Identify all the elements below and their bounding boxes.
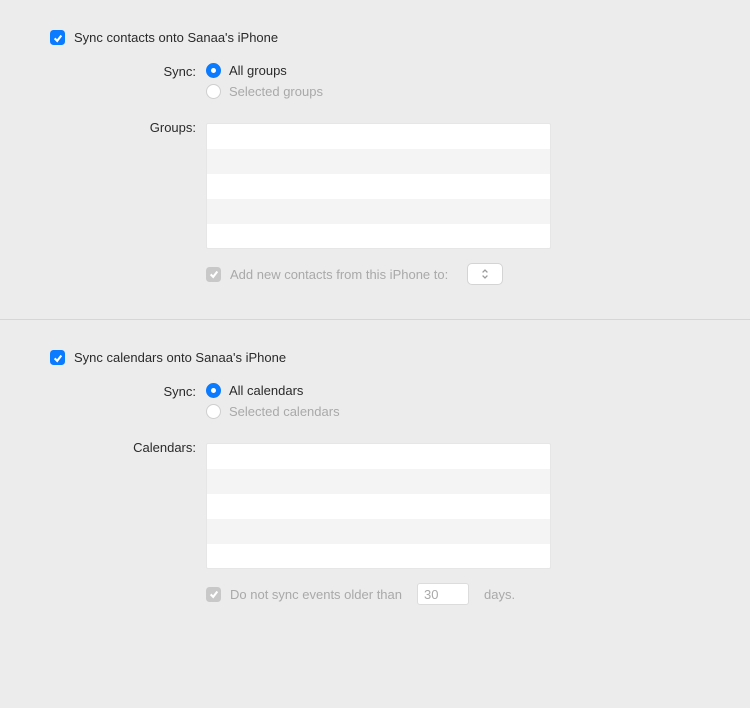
- checkmark-icon: [209, 269, 219, 279]
- events-older-input: 30: [417, 583, 469, 605]
- list-item: [207, 444, 550, 469]
- contacts-sync-radio-row: Sync: All groups Selected groups: [50, 63, 700, 105]
- add-contacts-checkbox: [206, 267, 221, 282]
- add-contacts-popup: [467, 263, 503, 285]
- radio-selected-groups-row: Selected groups: [206, 84, 700, 99]
- list-item: [207, 199, 550, 224]
- add-contacts-row: Add new contacts from this iPhone to:: [206, 263, 700, 285]
- radio-selected-groups[interactable]: [206, 84, 221, 99]
- list-item: [207, 494, 550, 519]
- radio-selected-calendars-row: Selected calendars: [206, 404, 700, 419]
- contacts-sync-label: Sync:: [50, 63, 206, 79]
- checkmark-icon: [53, 353, 63, 363]
- checkmark-icon: [53, 33, 63, 43]
- groups-listbox[interactable]: [206, 123, 551, 249]
- radio-selected-calendars[interactable]: [206, 404, 221, 419]
- calendars-row: Calendars: Do not sync events older than…: [50, 439, 700, 605]
- list-item: [207, 124, 550, 149]
- calendars-listbox[interactable]: [206, 443, 551, 569]
- radio-all-calendars-label: All calendars: [229, 383, 303, 398]
- groups-label: Groups:: [50, 119, 206, 135]
- list-item: [207, 174, 550, 199]
- radio-all-groups[interactable]: [206, 63, 221, 78]
- events-older-post: days.: [484, 587, 515, 602]
- events-older-checkbox: [206, 587, 221, 602]
- list-item: [207, 224, 550, 249]
- list-item: [207, 469, 550, 494]
- sync-contacts-checkbox[interactable]: [50, 30, 65, 45]
- radio-all-groups-row: All groups: [206, 63, 700, 78]
- calendars-sync-options: All calendars Selected calendars: [206, 383, 700, 425]
- radio-all-calendars-row: All calendars: [206, 383, 700, 398]
- list-item: [207, 544, 550, 569]
- sync-contacts-label: Sync contacts onto Sanaa's iPhone: [74, 30, 278, 45]
- groups-content: Add new contacts from this iPhone to:: [206, 119, 700, 285]
- radio-all-groups-label: All groups: [229, 63, 287, 78]
- checkmark-icon: [209, 589, 219, 599]
- add-contacts-label: Add new contacts from this iPhone to:: [230, 267, 448, 282]
- events-older-pre: Do not sync events older than: [230, 587, 402, 602]
- calendars-label: Calendars:: [50, 439, 206, 455]
- contacts-section: Sync contacts onto Sanaa's iPhone Sync: …: [0, 30, 750, 320]
- radio-selected-calendars-label: Selected calendars: [229, 404, 340, 419]
- sync-calendars-row: Sync calendars onto Sanaa's iPhone: [50, 350, 700, 365]
- contacts-sync-options: All groups Selected groups: [206, 63, 700, 105]
- sync-calendars-label: Sync calendars onto Sanaa's iPhone: [74, 350, 286, 365]
- radio-all-calendars[interactable]: [206, 383, 221, 398]
- list-item: [207, 149, 550, 174]
- list-item: [207, 519, 550, 544]
- events-older-row: Do not sync events older than 30 days.: [206, 583, 700, 605]
- radio-selected-groups-label: Selected groups: [229, 84, 323, 99]
- chevrons-icon: [481, 268, 489, 280]
- calendars-content: Do not sync events older than 30 days.: [206, 439, 700, 605]
- calendars-section: Sync calendars onto Sanaa's iPhone Sync:…: [50, 350, 700, 639]
- groups-row: Groups: Add new contacts from this iPhon…: [50, 119, 700, 285]
- sync-contacts-row: Sync contacts onto Sanaa's iPhone: [50, 30, 700, 45]
- calendars-sync-radio-row: Sync: All calendars Selected calendars: [50, 383, 700, 425]
- calendars-sync-label: Sync:: [50, 383, 206, 399]
- sync-calendars-checkbox[interactable]: [50, 350, 65, 365]
